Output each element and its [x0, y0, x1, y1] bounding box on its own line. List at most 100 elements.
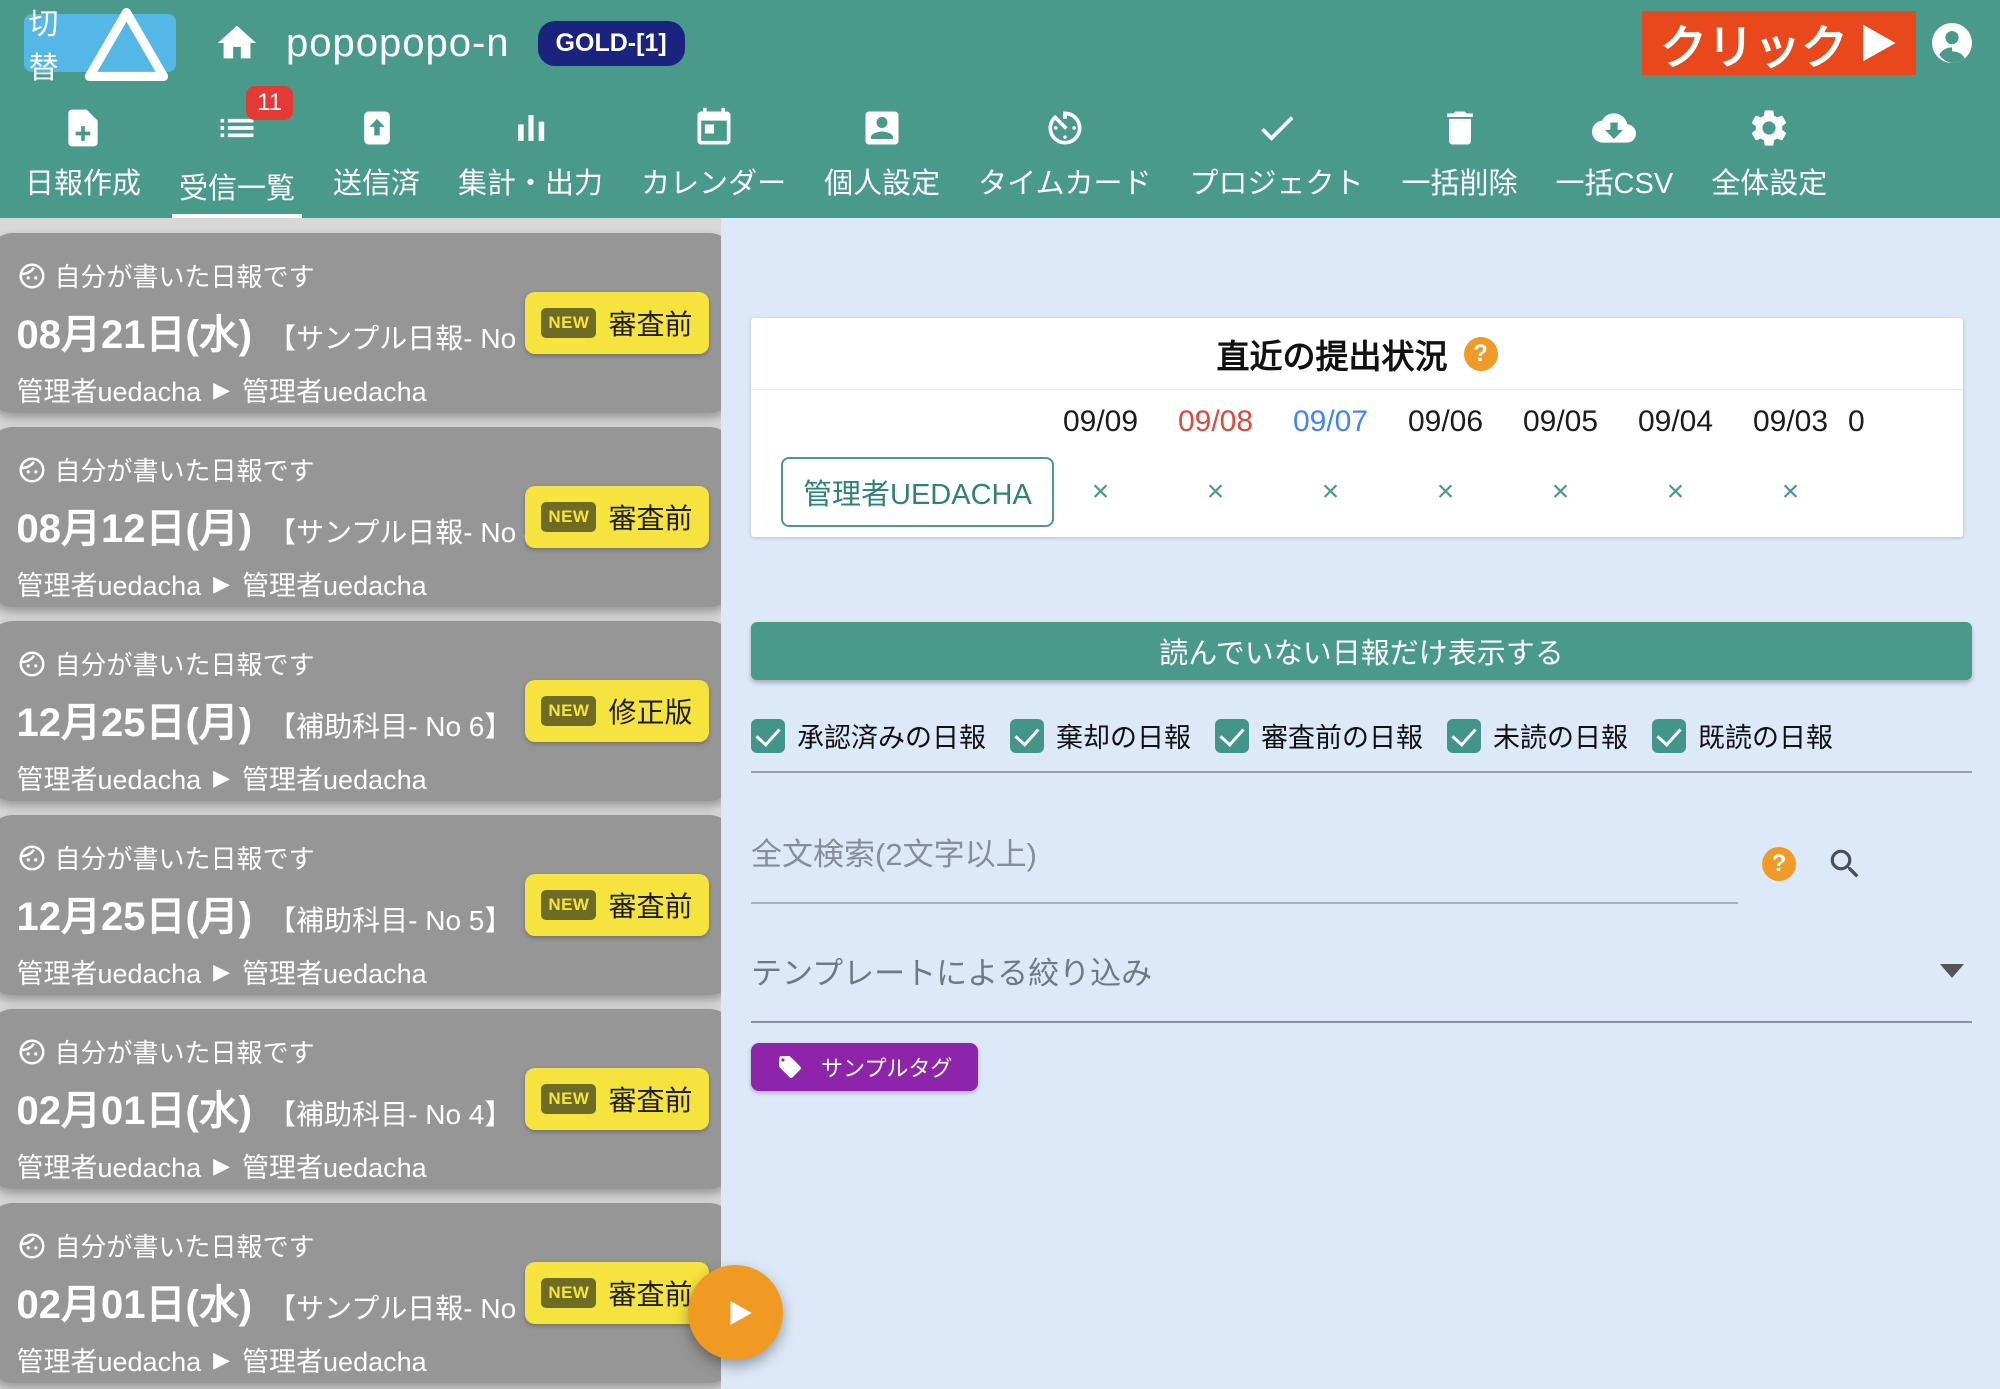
new-chip: NEW [541, 1278, 596, 1308]
nav-item-inbox[interactable]: 11 受信一覧 [160, 100, 314, 218]
report-authors: 管理者uedacha ▶ 管理者uedacha [17, 1146, 705, 1185]
status-badge: NEW 審査前 [525, 1068, 708, 1130]
nav-item-aggregate-output[interactable]: 集計・出力 [439, 100, 622, 218]
report-date: 02月01日(水) [17, 1078, 253, 1136]
nav-item-project[interactable]: プロジェクト [1171, 100, 1383, 218]
search-row: 全文検索(2文字以上) ? [751, 823, 1972, 904]
checkbox-unread[interactable]: 未読の日報 [1447, 716, 1628, 755]
arrow-right-icon: ▶ [213, 1347, 230, 1373]
checkbox-icon[interactable] [1010, 719, 1044, 753]
nav-item-bulk-csv[interactable]: 一括CSV [1537, 100, 1693, 218]
report-subject: 【サンプル日報- No 5】 [268, 317, 567, 357]
date-header: 09/04 [1618, 405, 1733, 439]
checkbox-icon[interactable] [1447, 719, 1481, 753]
date-header: 09/07 [1273, 405, 1388, 439]
not-submitted-mark: × [1388, 475, 1503, 509]
note-add-icon [61, 106, 105, 150]
date-header-partial: 0 [1848, 405, 1963, 439]
nav-label: プロジェクト [1190, 160, 1364, 202]
fulltext-search-input[interactable]: 全文検索(2文字以上) [751, 823, 1738, 904]
submission-status-card: 直近の提出状況 ? 09/09 09/08 09/07 09/06 09/05 … [751, 318, 1963, 537]
show-unread-only-button[interactable]: 読んでいない日報だけ表示する [751, 622, 1972, 680]
promo-banner[interactable]: クリック [1642, 11, 1916, 75]
status-filter-row: 承認済みの日報 棄却の日報 審査前の日報 未読の日報 既読の日報 [751, 716, 1972, 755]
tag-icon [777, 1054, 803, 1080]
checkbox-icon[interactable] [1652, 719, 1686, 753]
triangle-up-icon [77, 0, 176, 92]
nav-item-create-report[interactable]: 日報作成 [6, 100, 160, 218]
search-icon[interactable] [1826, 845, 1864, 883]
report-date: 12月25日(月) [17, 690, 253, 748]
not-submitted-mark: × [1273, 475, 1388, 509]
nav-item-calendar[interactable]: カレンダー [622, 100, 805, 218]
checkbox-pre-review[interactable]: 審査前の日報 [1215, 716, 1423, 755]
report-subject: 【サンプル日報- No 3】 [268, 1287, 567, 1327]
home-icon[interactable] [214, 20, 260, 66]
template-filter-label: テンプレートによる絞り込み [751, 948, 1152, 993]
switch-button-label: 切替 [24, 0, 63, 87]
date-header: 09/06 [1388, 405, 1503, 439]
nav-label: 集計・出力 [458, 160, 603, 202]
report-authors: 管理者uedacha ▶ 管理者uedacha [17, 758, 705, 797]
nav-item-timecard[interactable]: タイムカード [959, 100, 1170, 218]
account-box-icon [860, 106, 904, 150]
play-arrow-icon [1850, 17, 1902, 69]
new-chip: NEW [541, 308, 596, 338]
checkbox-icon[interactable] [751, 719, 785, 753]
date-header: 09/03 [1733, 405, 1848, 439]
report-card[interactable]: 自分が書いた日報です 08月12日(月) 【サンプル日報- No 4】 管理者u… [0, 427, 721, 607]
status-badge: NEW 審査前 [525, 874, 708, 936]
unread-count-badge: 11 [246, 86, 293, 120]
report-card[interactable]: 自分が書いた日報です 12月25日(月) 【補助科目- No 5】 管理者ued… [0, 815, 721, 995]
checkbox-read[interactable]: 既読の日報 [1652, 716, 1833, 755]
report-card[interactable]: 自分が書いた日報です 08月21日(水) 【サンプル日報- No 5】 管理者u… [0, 233, 721, 413]
report-subject: 【補助科目- No 5】 [268, 899, 512, 939]
sample-tag-button[interactable]: サンプルタグ [751, 1043, 978, 1091]
user-filter-button[interactable]: 管理者UEDACHA [781, 457, 1054, 527]
not-submitted-mark: × [1158, 475, 1273, 509]
nav-item-global-settings[interactable]: 全体設定 [1692, 100, 1846, 218]
nav-label: 受信一覧 [179, 165, 295, 207]
report-authors: 管理者uedacha ▶ 管理者uedacha [17, 952, 705, 991]
arrow-right-icon: ▶ [213, 1153, 230, 1179]
face-icon [17, 455, 47, 485]
checkbox-rejected[interactable]: 棄却の日報 [1010, 716, 1191, 755]
fab-next-button[interactable] [688, 1265, 783, 1360]
report-subject: 【補助科目- No 6】 [268, 705, 512, 745]
nav-item-personal-settings[interactable]: 個人設定 [805, 100, 959, 218]
nav-label: 送信済 [333, 160, 420, 202]
bar-chart-icon [509, 106, 553, 150]
date-header: 09/05 [1503, 405, 1618, 439]
nav-label: 日報作成 [25, 160, 141, 202]
nav-label: 一括CSV [1556, 160, 1674, 202]
play-arrow-icon [722, 1296, 756, 1330]
help-icon[interactable]: ? [1464, 337, 1498, 371]
report-card[interactable]: 自分が書いた日報です 12月25日(月) 【補助科目- No 6】 管理者ued… [0, 621, 721, 801]
nav-bar: 日報作成 11 受信一覧 送信済 集計・出力 カレンダー 個人設定 タイムカ [0, 86, 2000, 218]
promo-label: クリック [1660, 9, 1848, 78]
top-bar: 切替 popopopo-n GOLD-[1] クリック 日報作成 11 受信一覧 [0, 0, 2000, 218]
report-note: 自分が書いた日報です [17, 451, 705, 488]
nav-item-sent[interactable]: 送信済 [314, 100, 439, 218]
template-filter-select[interactable]: テンプレートによる絞り込み [751, 948, 1972, 1023]
timer-icon [1043, 106, 1087, 150]
checkbox-approved[interactable]: 承認済みの日報 [751, 716, 986, 755]
report-card[interactable]: 自分が書いた日報です 02月01日(水) 【サンプル日報- No 3】 管理者u… [0, 1203, 721, 1383]
checkbox-icon[interactable] [1215, 719, 1249, 753]
switch-button[interactable]: 切替 [24, 14, 176, 72]
plan-badge: GOLD-[1] [538, 21, 685, 66]
report-note: 自分が書いた日報です [17, 257, 705, 294]
not-submitted-mark: × [1043, 475, 1158, 509]
report-note: 自分が書いた日報です [17, 1033, 705, 1070]
face-icon [17, 843, 47, 873]
search-help-icon[interactable]: ? [1762, 847, 1796, 881]
nav-item-bulk-delete[interactable]: 一括削除 [1383, 100, 1537, 218]
nav-label: カレンダー [641, 160, 786, 202]
status-badge: NEW 審査前 [525, 1262, 708, 1324]
report-card[interactable]: 自分が書いた日報です 02月01日(水) 【補助科目- No 4】 管理者ued… [0, 1009, 721, 1189]
report-date: 02月01日(水) [17, 1272, 253, 1330]
report-subject: 【サンプル日報- No 4】 [268, 511, 567, 551]
new-chip: NEW [541, 890, 596, 920]
account-avatar-icon[interactable] [1928, 19, 1976, 67]
report-authors: 管理者uedacha ▶ 管理者uedacha [17, 1340, 705, 1379]
